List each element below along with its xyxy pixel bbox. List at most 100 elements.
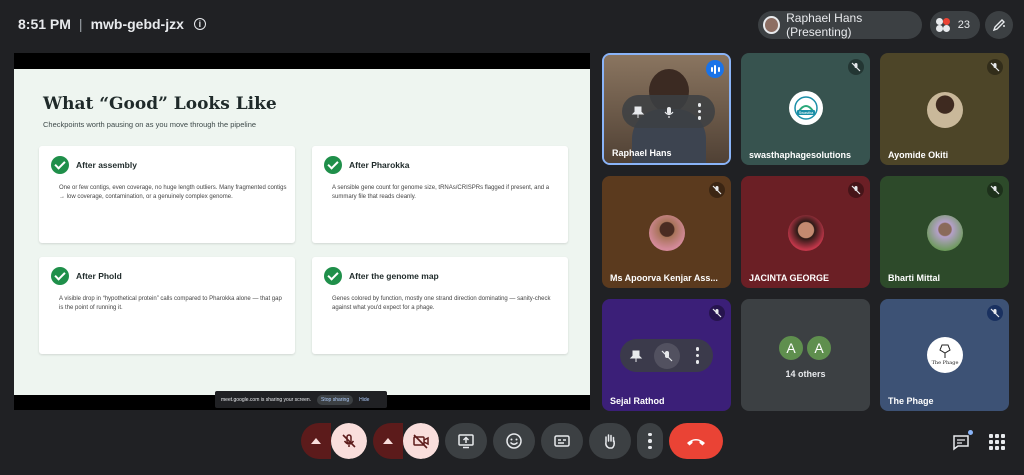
mic-off-icon [848,182,864,198]
others-count: 14 others [785,369,826,379]
captions-button[interactable] [541,423,583,459]
mute-participant-icon[interactable] [656,99,682,125]
audio-options-button[interactable] [301,423,331,459]
apps-grid-icon [989,434,1005,450]
swastha-logo-icon: Swastha [794,96,818,120]
microphone-toggle-button[interactable] [331,423,367,459]
annotate-button[interactable] [985,11,1013,39]
more-options-icon[interactable] [687,99,713,125]
meeting-info: 8:51 PM | mwb-gebd-jzx i [18,16,206,32]
meeting-code: mwb-gebd-jzx [90,16,184,32]
presenter-label: Raphael Hans (Presenting) [786,11,863,39]
card-body: One or few contigs, even coverage, no hu… [59,185,287,200]
pin-icon[interactable] [625,99,651,125]
participant-name: Ayomide Okiti [888,150,949,160]
emoji-icon [506,433,522,449]
participant-tile[interactable]: JACINTA GEORGE [741,176,870,288]
mic-off-icon [342,434,356,448]
the-phage-logo: The Phage [927,337,963,373]
pin-icon[interactable] [623,343,649,369]
chevron-up-icon [383,438,393,444]
present-now-button[interactable] [445,423,487,459]
participant-tile[interactable]: Raphael Hans [602,53,731,165]
presenter-avatar [763,16,781,34]
slide-subtitle: Checkpoints worth pausing on as you move… [43,120,257,129]
check-icon [51,156,69,174]
participant-name: The Phage [888,396,934,406]
meeting-separator: | [78,16,83,32]
mic-off-icon [987,182,1003,198]
reactions-button[interactable] [493,423,535,459]
checkpoint-card: After Pharokka A sensible gene count for… [312,146,568,243]
card-body: A visible drop in “hypothetical protein”… [59,296,282,311]
participant-tile[interactable]: Ayomide Okiti [880,53,1009,165]
raise-hand-button[interactable] [589,423,631,459]
mute-participant-icon[interactable] [653,342,680,369]
presenter-chip[interactable]: Raphael Hans (Presenting) [758,11,922,39]
card-body: A sensible gene count for genome size, t… [332,185,550,200]
the-phage-logo-icon: The Phage [932,344,959,366]
checkpoint-card: After the genome map Genes colored by fu… [312,257,568,354]
people-icon [936,18,950,32]
chat-button[interactable] [947,428,975,456]
presentation-area: What “Good” Looks Like Checkpoints worth… [14,53,590,410]
top-bar: 8:51 PM | mwb-gebd-jzx i Raphael Hans (P… [0,0,1024,48]
chat-icon [953,435,969,451]
check-icon [324,156,342,174]
participant-tile[interactable]: Ms Apoorva Kenjar Ass... [602,176,731,288]
participant-avatar [927,215,963,251]
camera-off-icon [413,434,429,449]
people-button[interactable]: 23 [930,11,980,39]
slide: What “Good” Looks Like Checkpoints worth… [14,69,590,395]
check-icon [324,267,342,285]
more-options-icon[interactable] [685,343,711,369]
participant-avatar [927,92,963,128]
others-avatar: A [805,334,833,362]
mic-off-icon [709,182,725,198]
leave-call-button[interactable] [669,423,723,459]
mic-off-icon [987,305,1003,321]
card-body: Genes colored by function, mostly one st… [332,296,551,311]
camera-control [373,423,439,459]
slide-title: What “Good” Looks Like [43,94,277,114]
others-tile[interactable]: A A 14 others [741,299,870,411]
card-title: After Pharokka [349,160,410,170]
svg-text:Swastha: Swastha [799,111,814,115]
more-vert-icon [648,432,652,450]
participant-name: JACINTA GEORGE [749,273,830,283]
participant-tile[interactable]: Swastha swasthaphagesolutions [741,53,870,165]
participant-name: Raphael Hans [612,148,672,158]
stop-sharing-button[interactable]: Stop sharing [317,394,354,405]
end-call-icon [687,439,705,446]
video-options-button[interactable] [373,423,403,459]
card-title: After the genome map [349,271,439,281]
more-options-button[interactable] [637,423,663,459]
participant-name: Sejal Rathod [610,396,665,406]
participant-tile[interactable]: Bharti Mittal [880,176,1009,288]
others-avatar: A [777,334,805,362]
microphone-control [301,423,367,459]
sharing-text: meet.google.com is sharing your screen. [221,396,312,403]
mic-off-icon [987,59,1003,75]
mic-off-icon [709,305,725,321]
camera-toggle-button[interactable] [403,423,439,459]
activities-button[interactable] [983,428,1011,456]
participant-avatar [788,215,824,251]
card-title: After Phold [76,271,122,281]
pen-icon [992,19,1005,32]
participant-name: swasthaphagesolutions [749,150,852,160]
info-icon[interactable]: i [193,18,206,30]
raise-hand-icon [605,434,615,449]
captions-icon [554,435,570,447]
present-screen-icon [458,434,474,449]
meeting-time: 8:51 PM [18,16,71,32]
checkpoint-card: After assembly One or few contigs, even … [39,146,295,243]
check-icon [51,267,69,285]
hide-button[interactable]: Hide [359,397,369,403]
participant-tile[interactable]: The Phage The Phage [880,299,1009,411]
participant-tile[interactable]: Sejal Rathod [602,299,731,411]
chat-notification-dot [968,430,973,435]
people-count: 23 [957,19,970,31]
svg-text:The Phage: The Phage [932,360,959,366]
mic-off-icon [848,59,864,75]
